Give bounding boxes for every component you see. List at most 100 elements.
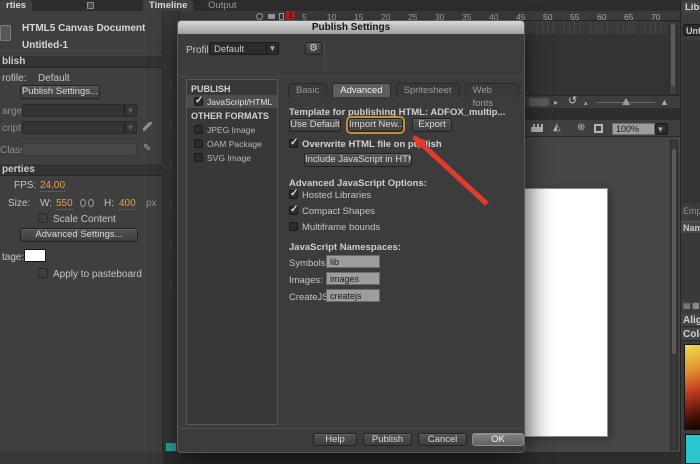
format-checkbox[interactable] [194, 95, 203, 106]
tool-icon[interactable]: ( [169, 201, 172, 211]
library-doc-label: Unt [686, 26, 700, 36]
tab-advanced[interactable]: Advanced [332, 83, 391, 97]
library-list [681, 233, 700, 299]
publish-settings-button[interactable]: Publish Settings... [20, 85, 100, 99]
tab-spritesheet[interactable]: Spritesheet [395, 83, 460, 97]
format-item[interactable]: SVG Image [187, 151, 277, 164]
timeline-vertical-scrollbar[interactable] [669, 21, 677, 95]
link-width-height-icon[interactable] [80, 199, 86, 207]
cancel-button[interactable]: Cancel [418, 433, 467, 446]
format-checkbox[interactable] [194, 139, 203, 148]
target-dropdown[interactable]: ▼ [22, 104, 137, 117]
tab-output[interactable]: Output [202, 0, 243, 11]
overwrite-label: Overwrite HTML file on publish [302, 139, 442, 150]
lock-icon[interactable] [268, 14, 275, 19]
tool-icon[interactable]: ( [169, 281, 172, 291]
format-item[interactable]: JPEG Image [187, 123, 277, 136]
stage-canvas[interactable] [518, 188, 608, 437]
cyan-color-swatch[interactable] [685, 434, 700, 464]
tab-properties[interactable]: rties [0, 0, 33, 11]
multiframe-bounds-checkbox[interactable] [289, 222, 298, 231]
tool-icon[interactable]: ( [169, 161, 172, 171]
properties-panel: HTML5 Canvas Document Untitled-1 blish r… [0, 11, 163, 452]
class-input[interactable] [22, 143, 137, 156]
timeline-hscroll-thumb[interactable] [529, 98, 549, 106]
dialog-divider-horizontal [178, 76, 524, 77]
outline-icon[interactable] [279, 13, 284, 20]
stage-vertical-scrollbar[interactable] [670, 140, 678, 450]
apply-pasteboard-checkbox[interactable] [38, 268, 48, 278]
createjs-input[interactable] [326, 289, 380, 302]
height-value[interactable]: 400 [119, 198, 136, 210]
pencil-icon[interactable]: ✎ [143, 144, 151, 154]
format-checkbox[interactable] [194, 153, 203, 162]
stage-label: tage: [2, 252, 25, 263]
advanced-settings-button[interactable]: Advanced Settings... [20, 228, 138, 242]
chevron-down-icon: ▼ [124, 105, 136, 116]
overwrite-checkbox[interactable] [289, 137, 298, 148]
tab-basic[interactable]: Basic [288, 83, 328, 97]
format-label: OAM Package [207, 139, 262, 149]
help-button[interactable]: Help [313, 433, 357, 446]
link-width-height-icon[interactable] [88, 199, 94, 207]
publish-settings-dialog: Publish Settings Profile: Default ▼ ⚙ PU… [177, 20, 525, 453]
panel-menu-icon[interactable] [87, 2, 94, 9]
hosted-libraries-checkbox[interactable] [289, 188, 298, 199]
format-item-selected[interactable]: JavaScript/HTML [187, 95, 277, 108]
script-label: cript: [2, 123, 24, 134]
symbols-input[interactable] [326, 255, 380, 268]
scroll-right-icon[interactable]: ▸ [554, 98, 558, 108]
timeline-zoom-slider[interactable] [595, 98, 655, 105]
include-js-button[interactable]: Include JavaScript in HTML... [304, 153, 412, 167]
color-gradient-swatch[interactable] [684, 344, 700, 430]
script-dropdown[interactable]: ▼ [22, 121, 137, 134]
import-new-button[interactable]: Import New... [348, 118, 403, 132]
stage-zoom-input[interactable]: 100% [612, 123, 655, 135]
center-stage-icon[interactable]: ⊕ [577, 123, 585, 133]
compact-shapes-checkbox[interactable] [289, 204, 298, 215]
tool-icon[interactable]: ( [169, 241, 172, 251]
fit-window-icon[interactable] [594, 124, 603, 133]
wrench-icon[interactable] [143, 122, 152, 131]
new-folder-icon[interactable]: ▦ [692, 301, 700, 311]
tool-icon[interactable]: ( [169, 121, 172, 131]
stage-color-swatch[interactable] [24, 249, 46, 262]
width-value[interactable]: 550 [56, 198, 73, 210]
scale-content-checkbox[interactable] [38, 213, 48, 223]
edit-symbols-icon[interactable]: ◭ [553, 123, 561, 133]
clapperboard-icon[interactable] [531, 124, 543, 132]
format-item[interactable]: OAM Package [187, 137, 277, 150]
slider-thumb[interactable] [622, 98, 630, 105]
align-panel-header[interactable]: Alig [681, 314, 700, 327]
fps-label: FPS: [14, 180, 37, 191]
properties-section-header[interactable]: perties [0, 163, 163, 176]
library-panel-tab[interactable]: Libra [682, 2, 700, 13]
dialog-title-bar[interactable]: Publish Settings [178, 21, 524, 34]
use-default-button[interactable]: Use Default [289, 118, 341, 132]
fps-value[interactable]: 24.00 [40, 180, 66, 192]
images-input[interactable] [326, 272, 380, 285]
undo-loop-icon[interactable]: ↺ [568, 96, 577, 107]
eye-icon[interactable] [256, 13, 263, 20]
publish-section-header[interactable]: blish [0, 55, 163, 68]
stage-zoom-dropdown[interactable]: ▼ [655, 123, 668, 135]
new-symbol-icon[interactable]: ▤ [683, 301, 691, 311]
right-panel-strip: Libra Unt Empty Nam ▤ ▦ Alig Colo [680, 0, 700, 464]
library-doc-selector[interactable]: Unt [683, 24, 700, 36]
format-checkbox[interactable] [194, 125, 203, 134]
tool-icon[interactable]: ( [169, 81, 172, 91]
library-name-header[interactable]: Nam [681, 221, 700, 233]
dialog-profile-dropdown[interactable]: Default ▼ [209, 42, 279, 55]
ok-button[interactable]: OK [472, 433, 524, 446]
tab-timeline[interactable]: Timeline [143, 0, 194, 11]
color-panel-header[interactable]: Colo [681, 328, 700, 341]
tool-icon-teal[interactable] [166, 443, 176, 451]
export-button[interactable]: Export [412, 118, 452, 132]
tab-web-fonts[interactable]: Web fonts [464, 83, 519, 109]
profile-options-button[interactable]: ⚙ [305, 42, 322, 55]
dialog-title: Publish Settings [311, 22, 391, 33]
zoom-in-icon[interactable]: ▲ [660, 97, 669, 107]
publish-button[interactable]: Publish [363, 433, 412, 446]
library-name-label: Nam [683, 223, 700, 233]
top-tab-bar [0, 0, 700, 11]
